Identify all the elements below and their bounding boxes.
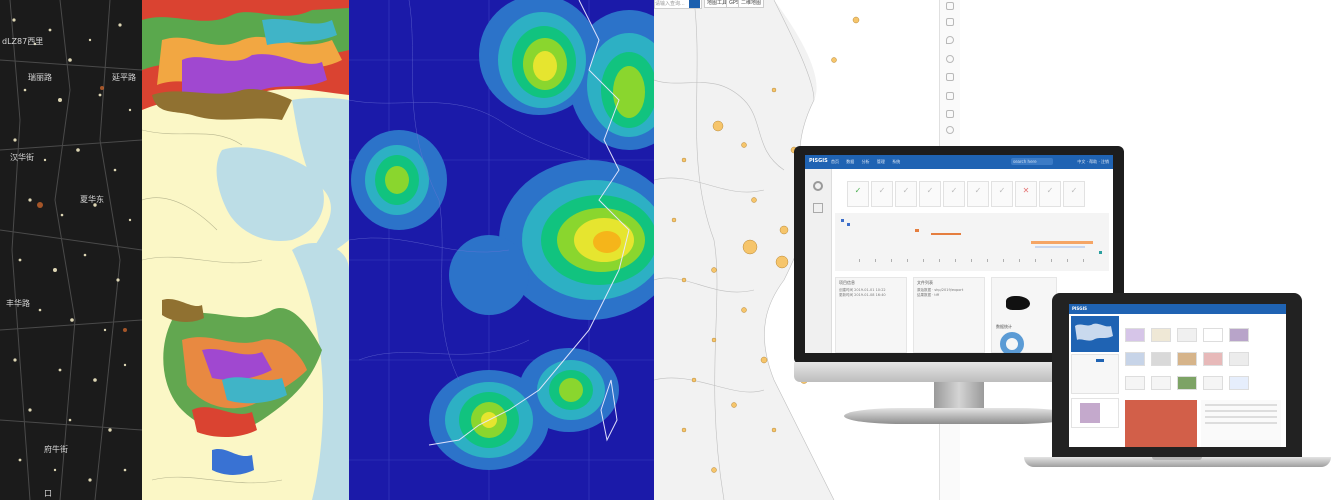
measure-icon[interactable] bbox=[946, 92, 954, 100]
heat-map[interactable] bbox=[349, 0, 654, 500]
image-thumbnail[interactable] bbox=[1229, 328, 1249, 342]
nav-item[interactable]: 系统 bbox=[892, 159, 900, 164]
step-icon[interactable]: ✓ bbox=[871, 181, 893, 207]
laptop-app-header: PISGIS bbox=[1069, 304, 1286, 314]
app-logo: PISGIS bbox=[1072, 306, 1087, 311]
nav-item[interactable]: 管理 bbox=[877, 159, 885, 164]
project-info-card: 项目信息 创建时间 2019-01-01 10:22 更新时间 2019-01-… bbox=[835, 277, 907, 353]
gantt-timeline bbox=[835, 213, 1109, 271]
table-row bbox=[1205, 404, 1277, 406]
card-title: 文件列表 bbox=[917, 280, 933, 285]
world-map-shape bbox=[1075, 323, 1113, 341]
step-icon[interactable]: ✓ bbox=[895, 181, 917, 207]
laptop-notch bbox=[1152, 457, 1202, 460]
step-icon[interactable]: ✓ bbox=[943, 181, 965, 207]
table-row bbox=[1205, 422, 1277, 424]
night-city-map[interactable]: dLZ87西里 瑞丽路 延平路 汉华街 夏华东 丰华路 府牛街 口 bbox=[0, 0, 142, 500]
image-thumbnail[interactable] bbox=[1229, 352, 1249, 366]
app-header: PISGIS 首页 数据 分析 管理 系统 search here 中文 · 帮… bbox=[805, 155, 1113, 169]
search-icon[interactable] bbox=[946, 126, 954, 134]
folder-icon[interactable] bbox=[813, 203, 823, 213]
map-label: 口 bbox=[44, 489, 52, 498]
image-thumbnail[interactable] bbox=[1151, 352, 1171, 366]
image-thumbnail[interactable] bbox=[1177, 352, 1197, 366]
heat-density-layer bbox=[349, 0, 654, 500]
app-nav: 首页 数据 分析 管理 系统 bbox=[831, 159, 906, 165]
app-logo: PISGIS bbox=[809, 158, 828, 164]
map-label: 瑞丽路 bbox=[28, 73, 52, 82]
step-icon[interactable]: ✓ bbox=[919, 181, 941, 207]
step-icon[interactable]: ✓ bbox=[1039, 181, 1061, 207]
geological-map[interactable] bbox=[142, 0, 349, 500]
image-thumbnail[interactable] bbox=[1203, 376, 1223, 390]
image-thumbnail[interactable] bbox=[1177, 328, 1197, 342]
image-thumbnail[interactable] bbox=[1203, 328, 1223, 342]
workflow-steps: ✓ ✓ ✓ ✓ ✓ ✓ ✓ ✕ ✓ ✓ bbox=[835, 181, 1107, 207]
image-thumbnail[interactable] bbox=[1203, 352, 1223, 366]
image-thumbnail[interactable] bbox=[1125, 352, 1145, 366]
image-thumbnail[interactable] bbox=[1229, 376, 1249, 390]
text-icon[interactable] bbox=[946, 73, 954, 81]
nav-item[interactable]: 首页 bbox=[831, 159, 839, 164]
card-title: 项目信息 bbox=[839, 280, 855, 285]
app-sidebar bbox=[805, 169, 832, 353]
attribute-table bbox=[1201, 400, 1281, 447]
world-map-thumbnail[interactable] bbox=[1071, 316, 1119, 352]
donut-chart bbox=[1000, 332, 1024, 353]
gear-icon[interactable] bbox=[813, 181, 823, 191]
laptop: PISGIS bbox=[1024, 293, 1331, 471]
app-search-input[interactable]: search here bbox=[1011, 158, 1053, 165]
map-label: 府牛街 bbox=[44, 445, 68, 454]
image-thumbnail[interactable] bbox=[1177, 376, 1197, 390]
step-icon[interactable]: ✓ bbox=[991, 181, 1013, 207]
geology-layer bbox=[142, 0, 349, 500]
table-row bbox=[1205, 416, 1277, 418]
map-label: 夏华东 bbox=[80, 195, 104, 204]
step-done-icon[interactable]: ✓ bbox=[847, 181, 869, 207]
timeline-chart bbox=[841, 219, 1102, 262]
user-menu[interactable]: 中文 · 帮助 · 注销 bbox=[1077, 159, 1109, 165]
image-thumbnail[interactable] bbox=[1151, 328, 1171, 342]
settings-icon[interactable] bbox=[946, 55, 954, 63]
raster-preview[interactable] bbox=[1125, 400, 1197, 447]
card-line: 更新时间 2019-01-08 16:40 bbox=[839, 293, 886, 297]
table-icon[interactable] bbox=[946, 110, 954, 118]
laptop-screen: PISGIS bbox=[1069, 304, 1286, 447]
map-label: 汉华街 bbox=[10, 153, 34, 162]
card-line[interactable]: 结果数据 · tiff bbox=[914, 293, 984, 298]
map-label: dLZ87西里 bbox=[2, 37, 44, 46]
layers-icon[interactable] bbox=[946, 2, 954, 10]
tab-2d-map[interactable]: 二维地图 bbox=[738, 0, 765, 8]
image-thumbnail[interactable] bbox=[1151, 376, 1171, 390]
side-panel bbox=[1071, 354, 1119, 394]
map-label: 延平路 bbox=[112, 73, 136, 82]
panel-button[interactable] bbox=[1096, 359, 1104, 362]
layers-stack-icon[interactable] bbox=[946, 18, 954, 26]
step-icon[interactable]: ✓ bbox=[967, 181, 989, 207]
map-label: 丰华路 bbox=[6, 299, 30, 308]
location-pin-icon[interactable] bbox=[946, 36, 954, 44]
laptop-lid: PISGIS bbox=[1052, 293, 1302, 457]
step-failed-icon[interactable]: ✕ bbox=[1015, 181, 1037, 207]
table-row bbox=[1205, 410, 1277, 412]
image-thumbnail[interactable] bbox=[1125, 328, 1145, 342]
step-icon[interactable]: ✓ bbox=[1063, 181, 1085, 207]
image-thumbnail[interactable] bbox=[1125, 376, 1145, 390]
selected-thumbnail[interactable] bbox=[1071, 398, 1119, 428]
file-list-card: 文件列表 原始数据 · shp/2019/export 结果数据 · tiff bbox=[913, 277, 985, 353]
nav-item[interactable]: 分析 bbox=[862, 159, 870, 164]
search-button[interactable] bbox=[689, 0, 700, 8]
nav-item[interactable]: 数据 bbox=[846, 159, 854, 164]
selected-image bbox=[1080, 403, 1100, 423]
